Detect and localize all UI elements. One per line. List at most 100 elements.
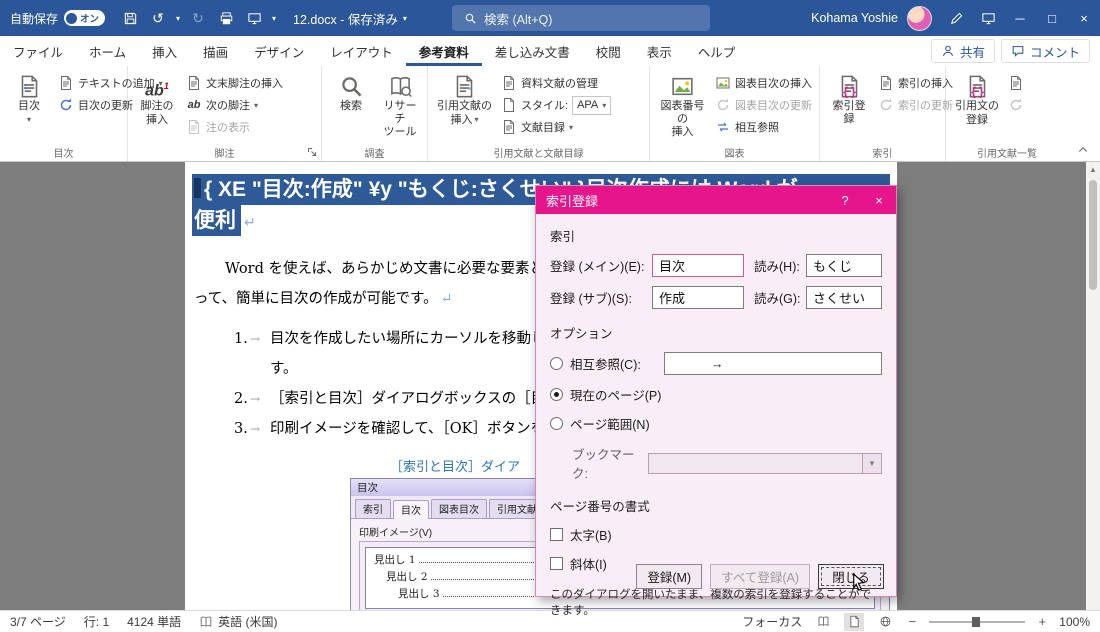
- dialog-close-icon[interactable]: ×: [862, 186, 896, 214]
- cross-reference-button[interactable]: 相互参照: [711, 116, 816, 138]
- ribbon-group-table-of-authorities: { } 引用文の 登録 引用文献一覧: [946, 66, 1068, 161]
- line-indicator[interactable]: 行: 1: [84, 613, 109, 630]
- cross-reference-icon: [715, 119, 731, 135]
- style-select[interactable]: APA ▾: [572, 95, 612, 115]
- insert-endnote-button[interactable]: 文末脚注の挿入: [182, 72, 287, 94]
- dialog-help-button[interactable]: ?: [828, 186, 862, 214]
- share-label: 共有: [959, 45, 985, 60]
- avatar[interactable]: [907, 5, 932, 31]
- zoom-out-button[interactable]: −: [906, 614, 918, 629]
- index-field-code: { XE "目次:作成" ¥y "もくじ:さくせい" }: [204, 178, 586, 201]
- scrollbar-thumb[interactable]: [1089, 180, 1097, 290]
- page-range-radio[interactable]: [550, 417, 563, 430]
- tab-layout[interactable]: レイアウト: [317, 36, 406, 66]
- tab-references[interactable]: 参考資料: [406, 36, 482, 66]
- table-of-contents-button[interactable]: 目次 ▾: [6, 69, 52, 126]
- mark-citation-button[interactable]: { } 引用文の 登録: [952, 69, 1002, 126]
- vertical-scrollbar[interactable]: ▲: [1086, 162, 1100, 610]
- manage-sources-button[interactable]: 資料文献の管理: [497, 72, 615, 94]
- smart-lookup-button[interactable]: 検索: [328, 69, 374, 113]
- table-of-figures-icon: [715, 75, 731, 91]
- ribbon-group-research: 検索 リサーチ ツール 調査: [322, 66, 428, 161]
- section-label-index: 索引: [550, 230, 576, 244]
- tab-design[interactable]: デザイン: [241, 36, 317, 66]
- tab-help[interactable]: ヘルプ: [685, 36, 749, 66]
- tab-mailings[interactable]: 差し込み文書: [482, 36, 583, 66]
- maximize-button[interactable]: □: [1036, 0, 1068, 36]
- page-indicator[interactable]: 3/7 ページ: [10, 613, 66, 630]
- main-entry-input[interactable]: [652, 254, 744, 277]
- tab-file[interactable]: ファイル: [0, 36, 76, 66]
- researcher-button[interactable]: リサーチ ツール: [376, 69, 424, 139]
- section-label-page-number-format: ページ番号の書式: [550, 500, 650, 514]
- tab-character-mark: →: [250, 422, 261, 436]
- zoom-in-button[interactable]: +: [1036, 614, 1048, 629]
- insert-table-of-figures-button[interactable]: 図表目次の挿入: [711, 72, 816, 94]
- dialog-title-bar[interactable]: 索引登録 ? ×: [536, 186, 896, 214]
- tab-view[interactable]: 表示: [634, 36, 685, 66]
- cross-reference-value: →: [711, 356, 724, 371]
- document-title[interactable]: 12.docx - 保存済み ▾: [293, 9, 407, 28]
- zoom-slider[interactable]: [929, 616, 1026, 627]
- proofing-status[interactable]: 英語 (米国): [199, 613, 277, 630]
- undo-menu-chevron-icon[interactable]: ▾: [173, 4, 183, 32]
- subentry-input[interactable]: [652, 286, 744, 309]
- group-label-footnotes: 脚注: [214, 149, 235, 160]
- autosave-switch[interactable]: オン: [64, 10, 106, 26]
- minimize-button[interactable]: ─: [1004, 0, 1036, 36]
- qat-customize-button[interactable]: ▾: [269, 4, 279, 32]
- cross-reference-input[interactable]: →: [664, 352, 882, 375]
- undo-button[interactable]: ↺: [145, 4, 171, 32]
- bold-checkbox[interactable]: [550, 528, 563, 541]
- zoom-level[interactable]: 100%: [1059, 615, 1090, 629]
- insert-footnote-button[interactable]: ab1 脚注の 挿入: [134, 69, 180, 126]
- ribbon-display-options-button[interactable]: [972, 0, 1004, 36]
- tab-draw[interactable]: 描画: [190, 36, 241, 66]
- insert-citation-button[interactable]: ” 引用文献の 挿入 ▾: [434, 69, 495, 126]
- insert-caption-button[interactable]: 図表番号の 挿入: [656, 69, 709, 139]
- touch-mode-button[interactable]: [241, 4, 267, 32]
- list-number: 1.: [234, 331, 248, 347]
- mark-button[interactable]: 登録(M): [636, 564, 703, 589]
- autosave-toggle[interactable]: 自動保存 オン: [10, 10, 106, 27]
- mark-citation-icon: { }: [965, 74, 990, 98]
- share-button[interactable]: 共有: [930, 39, 995, 63]
- update-index-label: 索引の更新: [898, 100, 953, 112]
- collapse-ribbon-button[interactable]: [1076, 144, 1090, 156]
- mark-entry-button[interactable]: { } 索引登録: [826, 69, 872, 125]
- yomi-h-label: 読み(H):: [754, 260, 800, 274]
- pen-icon[interactable]: [940, 0, 972, 36]
- dialog-title: 索引登録: [546, 193, 599, 209]
- cross-reference-radio[interactable]: [550, 357, 563, 370]
- style-label: スタイル:: [521, 100, 569, 112]
- chevron-down-icon: ▾: [602, 100, 607, 110]
- word-count[interactable]: 4124 単語: [127, 613, 181, 630]
- close-button[interactable]: ×: [1068, 0, 1100, 36]
- tab-review[interactable]: 校閲: [583, 36, 634, 66]
- current-page-label: 現在のページ(P): [570, 389, 662, 403]
- comments-button[interactable]: コメント: [1000, 39, 1090, 63]
- zoom-slider-thumb[interactable]: [972, 616, 981, 627]
- tab-home[interactable]: ホーム: [76, 36, 139, 66]
- group-label-research: 調査: [364, 149, 385, 160]
- current-page-radio[interactable]: [550, 388, 563, 401]
- yomi-h-input[interactable]: [806, 254, 882, 277]
- italic-checkbox[interactable]: [550, 557, 563, 570]
- search-input[interactable]: 検索 (Alt+Q): [452, 5, 710, 31]
- scroll-up-arrow-icon[interactable]: ▲: [1086, 162, 1100, 176]
- insert-citation-label-1: 引用文献の: [437, 100, 492, 112]
- yomi-g-input[interactable]: [806, 286, 882, 309]
- manage-sources-label: 資料文献の管理: [521, 78, 598, 90]
- update-toc-label: 目次の更新: [78, 100, 133, 112]
- save-button[interactable]: [117, 4, 143, 32]
- cross-reference-label: 相互参照: [735, 122, 779, 134]
- insert-index-button[interactable]: 索引の挿入: [874, 72, 957, 94]
- bibliography-button[interactable]: 文献目録 ▾: [497, 116, 615, 138]
- researcher-label-2: ツール: [383, 126, 417, 138]
- next-footnote-button[interactable]: ab 次の脚注 ▾: [182, 94, 287, 116]
- tab-insert[interactable]: 挿入: [139, 36, 190, 66]
- footnotes-dialog-launcher-icon[interactable]: [306, 146, 318, 158]
- toc-icon: [17, 74, 42, 99]
- insert-table-of-authorities-button[interactable]: [1004, 72, 1028, 94]
- print-button[interactable]: [213, 4, 239, 32]
